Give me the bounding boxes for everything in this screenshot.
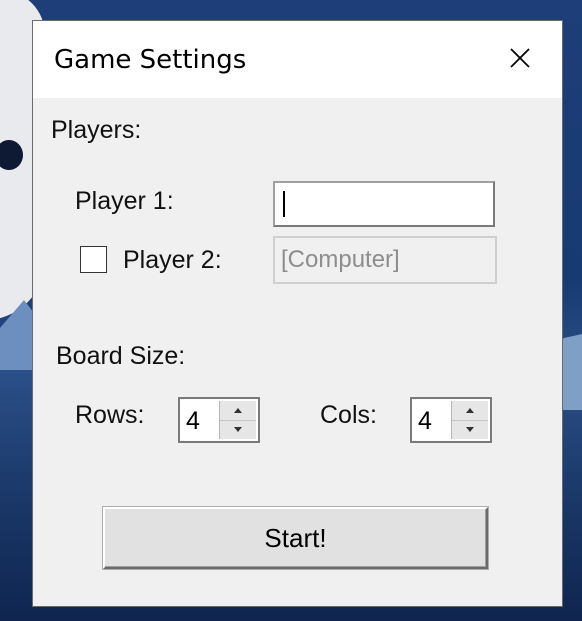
window-title: Game Settings [54, 45, 247, 75]
cols-spin-buttons [451, 401, 488, 439]
cols-value[interactable]: 4 [418, 407, 432, 436]
arrow-up-icon [234, 408, 242, 413]
rows-value[interactable]: 4 [186, 407, 200, 436]
player2-input: [Computer] [273, 236, 497, 284]
player2-checkbox[interactable] [80, 246, 107, 273]
arrow-up-icon [466, 408, 474, 413]
players-section-label: Players: [51, 116, 142, 144]
player2-label: Player 2: [123, 246, 222, 274]
rows-decrement-button[interactable] [220, 420, 256, 439]
arrow-down-icon [466, 427, 474, 432]
text-caret [283, 191, 285, 217]
player1-input[interactable] [273, 181, 495, 227]
rows-spinner[interactable]: 4 [178, 397, 260, 443]
title-bar[interactable]: Game Settings [33, 21, 562, 98]
board-size-section-label: Board Size: [56, 342, 186, 370]
close-icon [510, 48, 530, 68]
game-settings-dialog: Game Settings Players: Player 1: Player … [32, 20, 563, 607]
cols-decrement-button[interactable] [452, 420, 488, 439]
player1-label: Player 1: [75, 187, 174, 215]
rows-increment-button[interactable] [220, 401, 256, 421]
cols-label: Cols: [320, 401, 377, 429]
arrow-down-icon [234, 427, 242, 432]
cols-increment-button[interactable] [452, 401, 488, 421]
rows-spin-buttons [219, 401, 256, 439]
rows-label: Rows: [75, 401, 145, 429]
close-button[interactable] [495, 35, 545, 81]
start-button[interactable]: Start! [103, 507, 488, 569]
cols-spinner[interactable]: 4 [410, 397, 492, 443]
